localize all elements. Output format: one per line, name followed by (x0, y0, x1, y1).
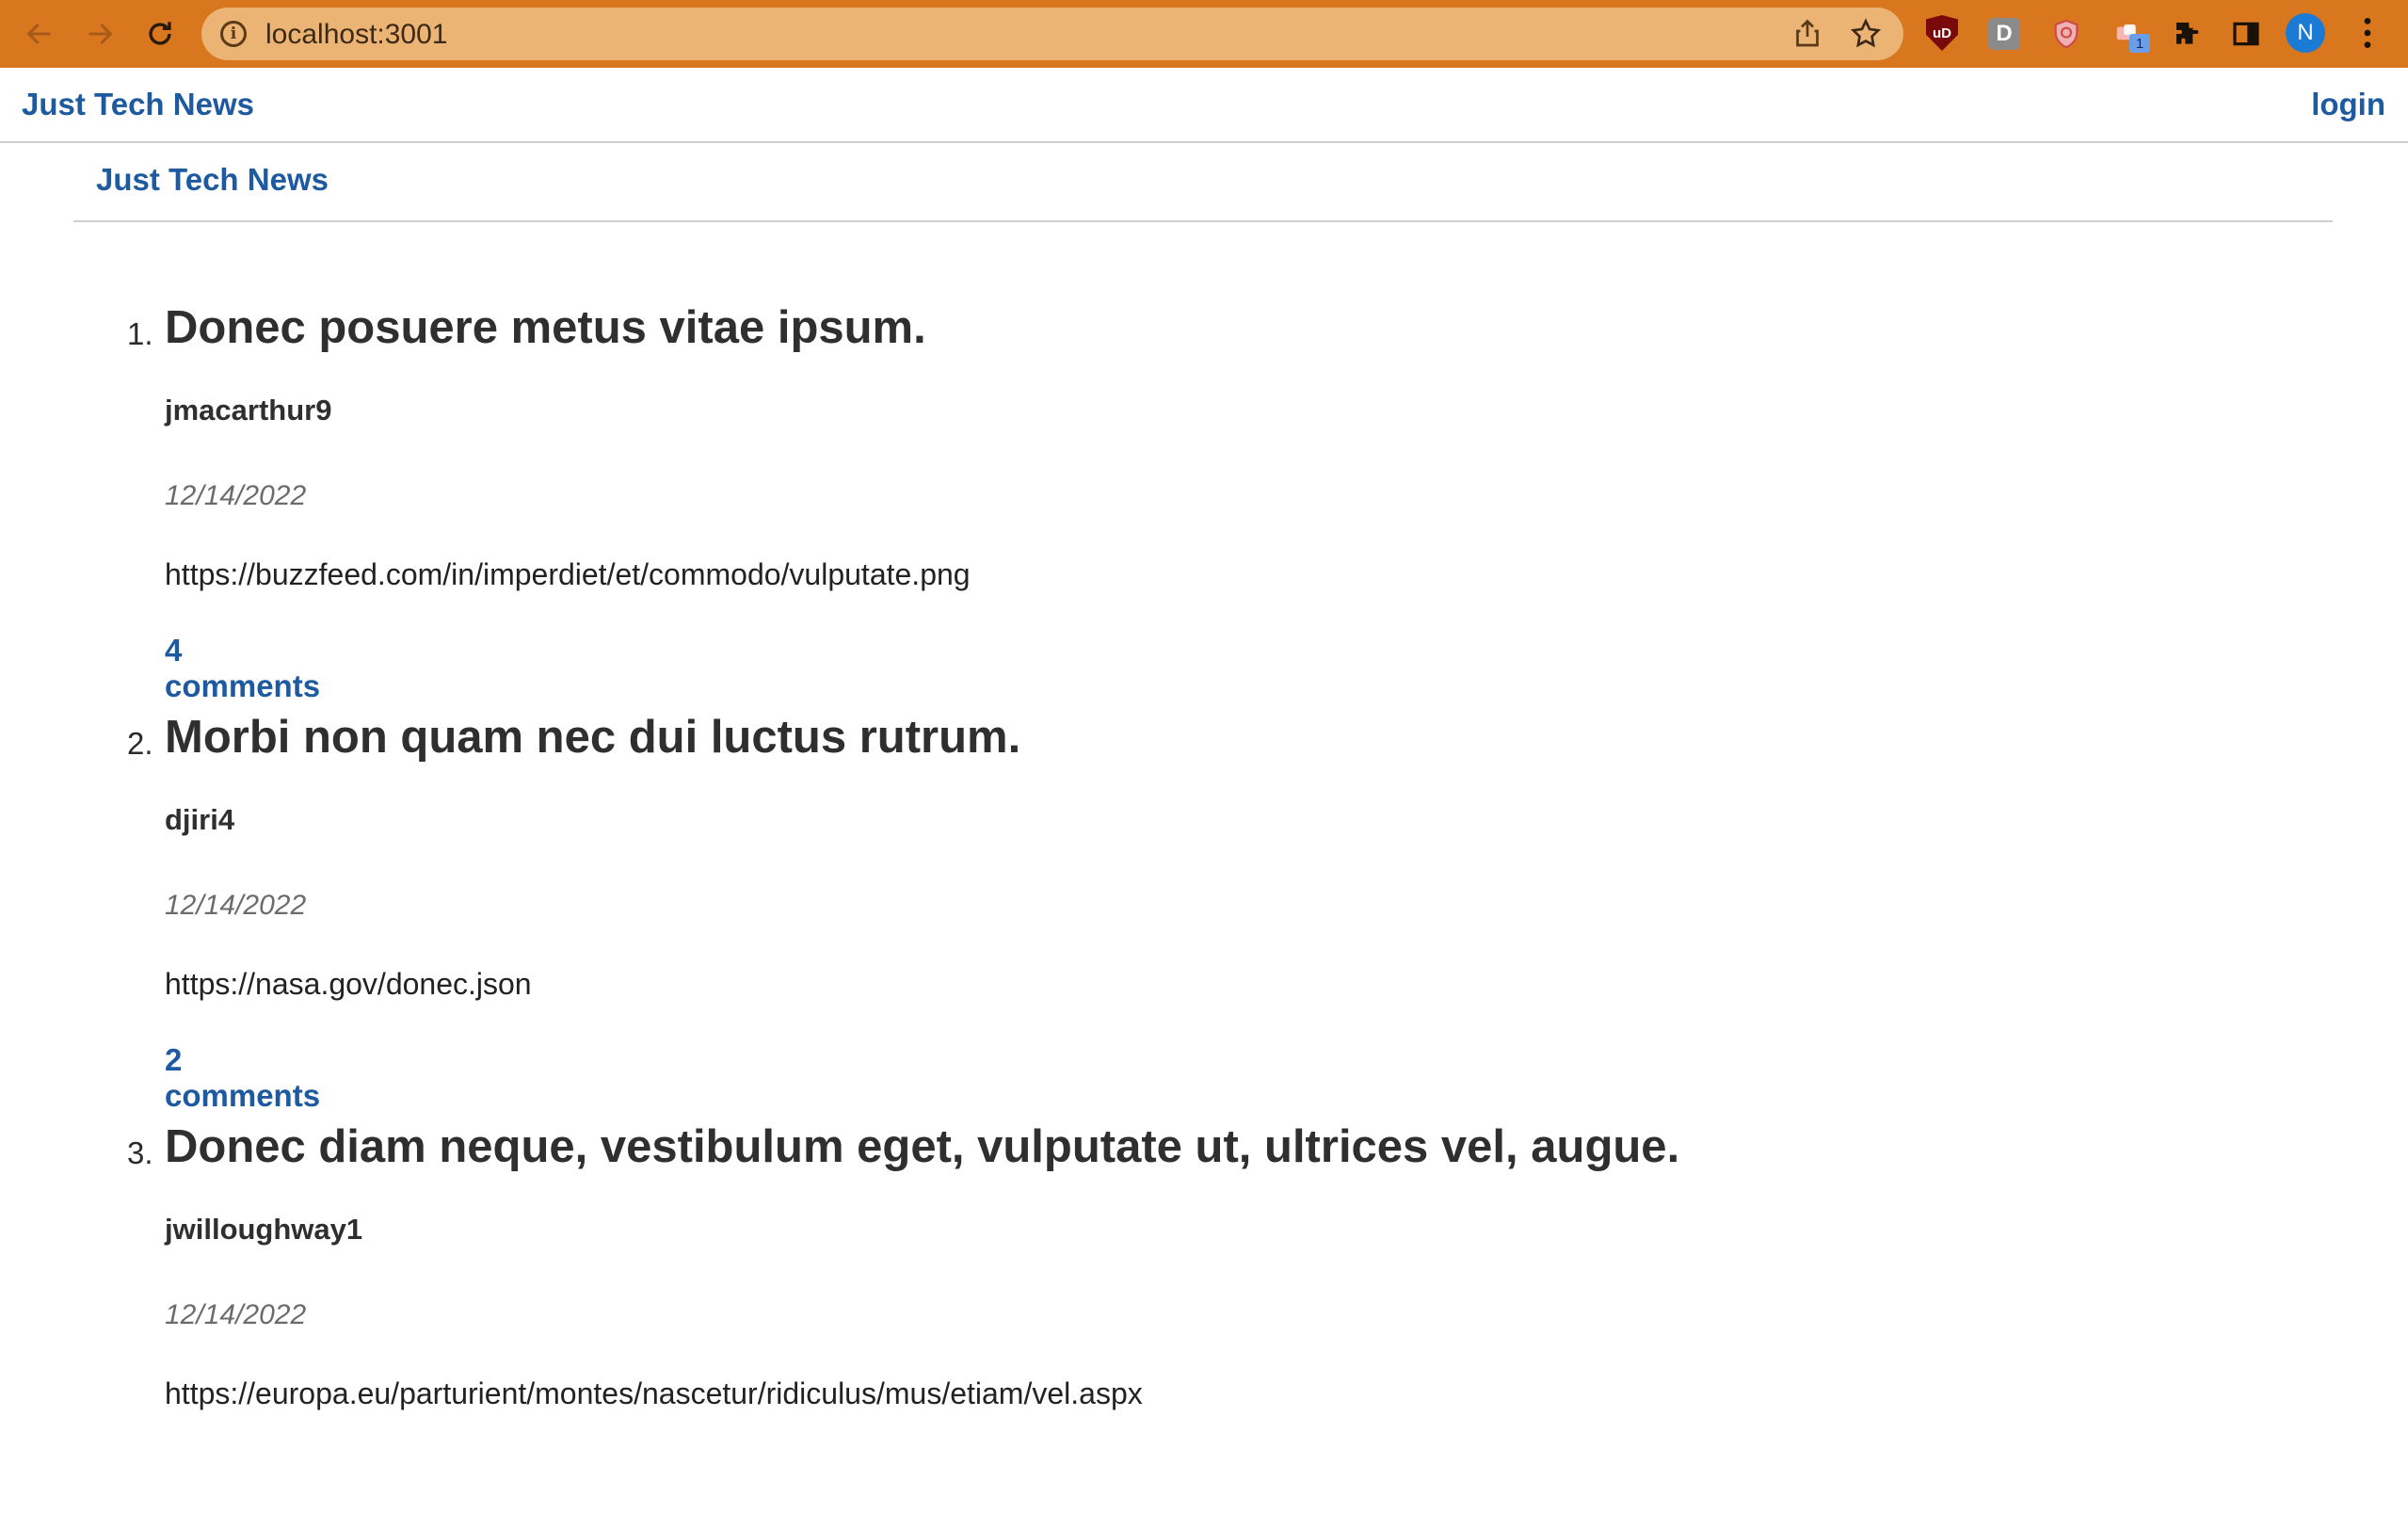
post-url: https://europa.eu/parturient/montes/nasc… (165, 1376, 1143, 1410)
post-author: djiri4 (165, 803, 235, 836)
d-extension-icon[interactable]: D (1988, 18, 2020, 50)
post-title: Donec posuere metus vitae ipsum. (165, 302, 926, 353)
extension-badge-count: 1 (2129, 34, 2150, 53)
post-date: 12/14/2022 (165, 890, 307, 921)
reload-button[interactable] (139, 13, 181, 55)
back-button[interactable] (19, 13, 60, 55)
post-date: 12/14/2022 (165, 480, 307, 511)
ublock-icon[interactable]: uD (1926, 15, 1958, 51)
more-menu-icon[interactable] (2353, 13, 2382, 53)
profile-avatar[interactable]: N (2286, 13, 2325, 53)
shield-extension-icon[interactable] (2047, 15, 2085, 53)
post-title: Donec diam neque, vestibulum eget, vulpu… (165, 1121, 1680, 1172)
arrow-right-icon (88, 23, 113, 45)
post-comments-link[interactable]: 4 comments (165, 633, 320, 704)
address-url[interactable]: localhost:3001 (265, 19, 447, 51)
post-comments-link[interactable]: 2 comments (165, 1042, 320, 1114)
login-link[interactable]: login (2311, 87, 2385, 122)
post-number: 3. (127, 1135, 153, 1170)
post-number: 1. (127, 316, 153, 351)
home-brand-link[interactable]: Just Tech News (96, 162, 329, 198)
bookmark-star-icon[interactable] (1849, 17, 1883, 51)
post-number: 2. (127, 726, 153, 761)
arrow-left-icon (26, 23, 51, 45)
post-url: https://buzzfeed.com/in/imperdiet/et/com… (165, 557, 971, 591)
site-header: Just Tech News login (0, 68, 2408, 143)
post-date: 12/14/2022 (165, 1299, 307, 1330)
post-author: jmacarthur9 (165, 394, 332, 427)
post-title: Morbi non quam nec dui luctus rutrum. (165, 712, 1021, 763)
sub-header: Just Tech News (73, 143, 2333, 222)
reload-icon (149, 22, 171, 45)
share-icon[interactable] (1790, 17, 1824, 51)
side-panel-icon[interactable] (2227, 15, 2265, 53)
site-brand-link[interactable]: Just Tech News (22, 87, 254, 122)
post-url: https://nasa.gov/donec.json (165, 967, 532, 1001)
forward-button[interactable] (79, 13, 120, 55)
address-bar[interactable]: i localhost:3001 (201, 8, 1903, 60)
browser-toolbar: i localhost:3001 uD D 1 N (0, 0, 2408, 68)
post-author: jwilloughway1 (165, 1213, 363, 1246)
site-info-icon[interactable]: i (220, 21, 247, 47)
badge-extension-icon[interactable]: 1 (2109, 15, 2150, 53)
puzzle-icon[interactable] (2169, 15, 2207, 53)
